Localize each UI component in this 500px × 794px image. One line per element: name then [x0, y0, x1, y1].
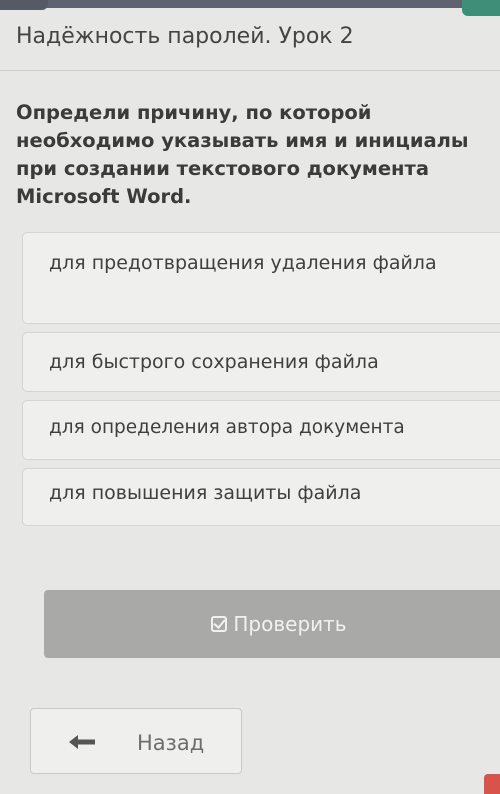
lesson-title: Надёжность паролей. Урок 2 — [16, 24, 354, 49]
header-divider — [0, 70, 500, 71]
answer-option-1[interactable]: для предотвращения удаления файла — [22, 232, 500, 324]
answer-option-label: для определения автора документа — [49, 417, 405, 438]
answer-option-label: для повышения защиты файла — [49, 482, 362, 504]
top-bar — [0, 0, 500, 8]
back-button[interactable]: Назад — [30, 708, 242, 774]
check-square-icon — [211, 616, 228, 632]
back-button-label: Назад — [137, 731, 205, 755]
arrow-left-icon — [69, 735, 95, 749]
menu-button[interactable] — [0, 0, 48, 10]
check-button[interactable]: Проверить — [44, 590, 500, 658]
notification-badge — [484, 774, 500, 794]
answer-option-label: для предотвращения удаления файла — [49, 252, 437, 274]
answer-option-2[interactable]: для быстрого сохранения файла — [22, 332, 500, 392]
close-button[interactable] — [462, 0, 500, 16]
check-button-label: Проверить — [233, 612, 347, 636]
answer-option-3[interactable]: для определения автора документа — [22, 400, 500, 460]
question-text: Определи причину, по которой необходимо … — [16, 101, 469, 208]
answer-option-4[interactable]: для повышения защиты файла — [22, 468, 500, 526]
answer-option-label: для быстрого сохранения файла — [49, 351, 379, 373]
